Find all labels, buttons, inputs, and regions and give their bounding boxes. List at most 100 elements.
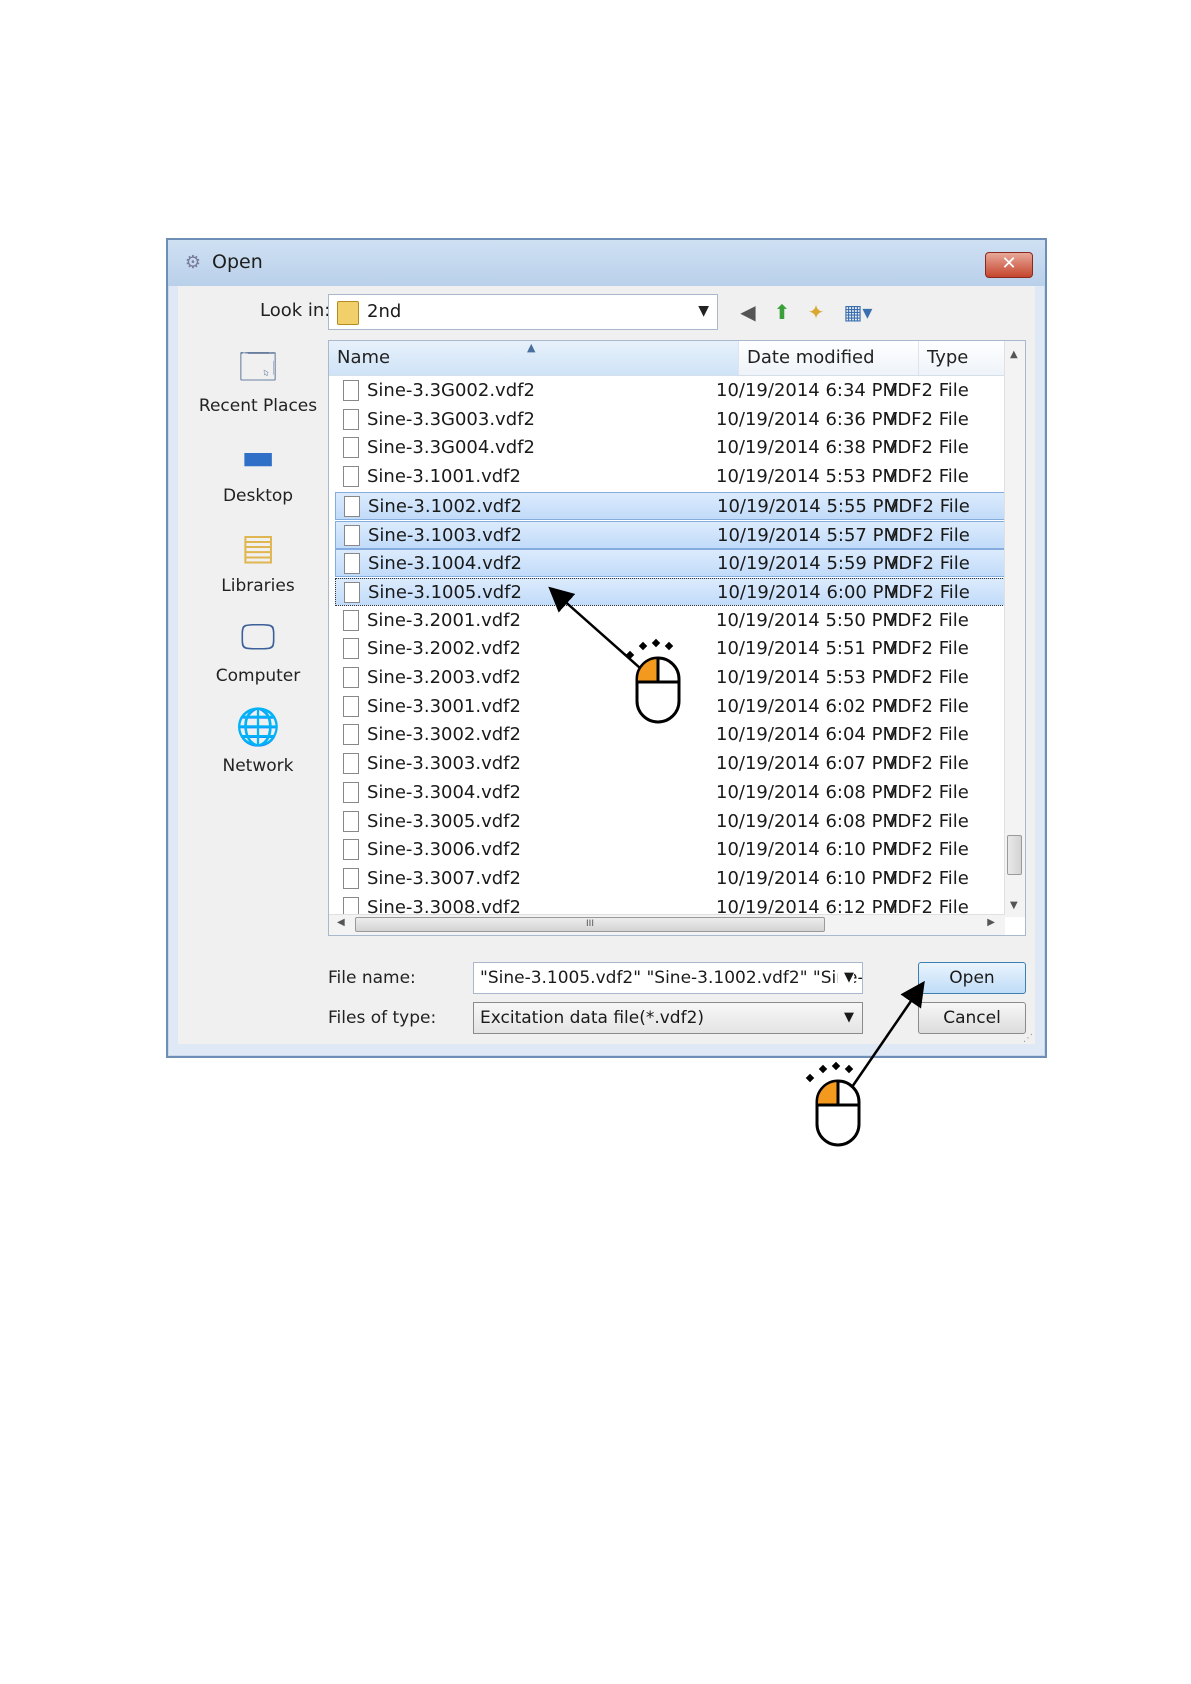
look-in-combo[interactable]: 2nd ▼ xyxy=(328,294,718,330)
file-type: VDF2 File xyxy=(886,581,970,603)
horizontal-scrollbar[interactable]: ◀ III ▶ xyxy=(329,914,1005,935)
file-row[interactable]: Sine-3.2002.vdf2 10/19/2014 5:51 PM VDF2 F… xyxy=(335,635,1005,663)
file-name: Sine-3.2001.vdf2 xyxy=(367,609,521,631)
file-row[interactable]: Sine-3.1005.vdf2 10/19/2014 6:00 PM VDF2 F… xyxy=(335,577,1005,606)
vertical-scrollbar[interactable]: ▲ ▼ xyxy=(1004,341,1025,917)
file-row[interactable]: Sine-3.1003.vdf2 10/19/2014 5:57 PM VDF2 F… xyxy=(335,520,1005,549)
file-row[interactable]: Sine-3.1002.vdf2 10/19/2014 5:55 PM VDF2 F… xyxy=(335,491,1005,520)
file-name: Sine-3.1005.vdf2 xyxy=(368,581,522,603)
back-icon[interactable]: ◀ xyxy=(734,298,762,326)
file-row[interactable]: Sine-3.3004.vdf2 10/19/2014 6:08 PM VDF2 F… xyxy=(335,779,1005,807)
desktop-icon: ▬ xyxy=(240,437,275,478)
document-icon xyxy=(343,408,359,430)
file-type: VDF2 File xyxy=(885,724,969,746)
file-row[interactable]: Sine-3.3007.vdf2 10/19/2014 6:10 PM VDF2 F… xyxy=(335,865,1005,893)
scroll-down-icon[interactable]: ▼ xyxy=(1010,900,1018,911)
file-name: Sine-3.3001.vdf2 xyxy=(367,695,521,717)
column-header-type[interactable]: Type xyxy=(919,341,1005,375)
file-date: 10/19/2014 5:53 PM xyxy=(716,667,898,688)
file-row[interactable]: Sine-3.3G003.vdf2 10/19/2014 6:36 PM VDF2 … xyxy=(335,406,1005,434)
file-date: 10/19/2014 6:00 PM xyxy=(717,581,899,603)
cancel-button[interactable]: Cancel xyxy=(918,1002,1026,1034)
up-folder-icon[interactable]: ⬆ xyxy=(768,298,796,326)
close-button[interactable]: ✕ xyxy=(985,252,1033,278)
document-icon xyxy=(343,609,359,631)
file-date: 10/19/2014 6:08 PM xyxy=(716,810,898,832)
column-header-name[interactable]: ▲ Name xyxy=(329,341,739,375)
sort-ascending-icon: ▲ xyxy=(527,341,536,354)
place-recent-places[interactable]: 🗔 Recent Places xyxy=(192,346,324,416)
document-icon xyxy=(343,810,359,832)
file-type: VDF2 File xyxy=(885,437,969,459)
file-date: 10/19/2014 5:55 PM xyxy=(717,495,899,517)
files-of-type-label: Files of type: xyxy=(328,1008,437,1028)
document-icon xyxy=(343,753,359,775)
place-computer[interactable]: 🖵 Computer xyxy=(192,616,324,686)
document-icon xyxy=(343,867,359,889)
file-row[interactable]: Sine-3.3006.vdf2 10/19/2014 6:10 PM VDF2 F… xyxy=(335,836,1005,864)
files-of-type-value: Excitation data file(*.vdf2) xyxy=(480,1008,705,1028)
document-icon xyxy=(343,695,359,717)
view-menu-icon[interactable]: ▦▾ xyxy=(838,298,878,326)
document-icon xyxy=(343,839,359,861)
document-icon xyxy=(343,638,359,660)
file-date: 10/19/2014 5:59 PM xyxy=(717,553,899,575)
chevron-down-icon[interactable]: ▼ xyxy=(844,1003,854,1033)
file-date: 10/19/2014 6:38 PM xyxy=(716,437,898,459)
document-icon xyxy=(344,553,360,575)
file-name: Sine-3.1001.vdf2 xyxy=(367,466,521,488)
file-type: VDF2 File xyxy=(885,867,969,889)
open-button[interactable]: Open xyxy=(918,962,1026,994)
file-name: Sine-3.2003.vdf2 xyxy=(367,667,521,688)
title-bar[interactable]: ⚙ Open ✕ xyxy=(168,240,1045,286)
file-row[interactable]: Sine-3.1001.vdf2 10/19/2014 5:53 PM VDF2 F… xyxy=(335,463,1005,491)
vertical-scroll-thumb[interactable] xyxy=(1007,835,1022,875)
place-libraries[interactable]: ▤ Libraries xyxy=(192,526,324,596)
file-name: Sine-3.3G004.vdf2 xyxy=(367,437,535,459)
document-icon xyxy=(343,466,359,488)
file-row[interactable]: Sine-3.3002.vdf2 10/19/2014 6:04 PM VDF2 F… xyxy=(335,721,1005,749)
file-type: VDF2 File xyxy=(885,380,969,401)
file-list[interactable]: ▲ Name Date modified Type Sine-3.3G002.v… xyxy=(328,340,1026,936)
files-of-type-select[interactable]: Excitation data file(*.vdf2) ▼ xyxy=(473,1002,863,1034)
chevron-down-icon[interactable]: ▼ xyxy=(838,963,854,993)
place-label: Libraries xyxy=(221,576,295,596)
chevron-down-icon[interactable]: ▼ xyxy=(698,303,709,319)
open-dialog: ⚙ Open ✕ Look in: 2nd ▼ ◀ ⬆ ✦ ▦▾ 🗔 Recen… xyxy=(166,238,1047,1058)
file-date: 10/19/2014 6:04 PM xyxy=(716,724,898,746)
file-row[interactable]: Sine-3.3001.vdf2 10/19/2014 6:02 PM VDF2 F… xyxy=(335,693,1005,721)
scroll-left-icon[interactable]: ◀ xyxy=(337,917,345,928)
place-desktop[interactable]: ▬ Desktop xyxy=(192,436,324,506)
file-row[interactable]: Sine-3.3G002.vdf2 10/19/2014 6:34 PM VDF2 … xyxy=(335,377,1005,405)
folder-icon xyxy=(337,301,359,325)
file-name: Sine-3.1002.vdf2 xyxy=(368,495,522,517)
file-row[interactable]: Sine-3.2001.vdf2 10/19/2014 5:50 PM VDF2 F… xyxy=(335,607,1005,635)
place-network[interactable]: 🌐 Network xyxy=(192,706,324,776)
document-icon xyxy=(343,781,359,803)
file-row[interactable]: Sine-3.2003.vdf2 10/19/2014 5:53 PM VDF2 F… xyxy=(335,664,1005,692)
horizontal-scroll-thumb[interactable]: III xyxy=(355,917,825,932)
file-type: VDF2 File xyxy=(885,839,969,861)
file-type: VDF2 File xyxy=(885,667,969,688)
document-icon xyxy=(344,495,360,517)
file-row[interactable]: Sine-3.1004.vdf2 10/19/2014 5:59 PM VDF2 F… xyxy=(335,549,1005,578)
new-folder-icon[interactable]: ✦ xyxy=(802,298,830,326)
place-label: Network xyxy=(222,756,294,776)
computer-icon: 🖵 xyxy=(240,617,276,658)
file-row[interactable]: Sine-3.3003.vdf2 10/19/2014 6:07 PM VDF2 F… xyxy=(335,750,1005,778)
file-type: VDF2 File xyxy=(885,781,969,803)
file-row[interactable]: Sine-3.3G004.vdf2 10/19/2014 6:38 PM VDF2 … xyxy=(335,434,1005,462)
scroll-up-icon[interactable]: ▲ xyxy=(1010,349,1018,360)
file-name: Sine-3.3007.vdf2 xyxy=(367,867,521,889)
file-row[interactable]: Sine-3.3005.vdf2 10/19/2014 6:08 PM VDF2 F… xyxy=(335,808,1005,836)
file-type: VDF2 File xyxy=(885,695,969,717)
libraries-icon: ▤ xyxy=(240,527,275,568)
scroll-right-icon[interactable]: ▶ xyxy=(987,917,995,928)
file-name-input[interactable]: "Sine-3.1005.vdf2" "Sine-3.1002.vdf2" "S… xyxy=(473,962,863,994)
file-date: 10/19/2014 6:36 PM xyxy=(716,408,898,430)
network-icon: 🌐 xyxy=(235,707,281,748)
document-icon xyxy=(344,581,360,603)
resize-grip-icon[interactable]: ⋰ xyxy=(1023,1033,1033,1044)
column-header-date[interactable]: Date modified xyxy=(739,341,919,375)
dialog-title: Open xyxy=(212,251,263,273)
